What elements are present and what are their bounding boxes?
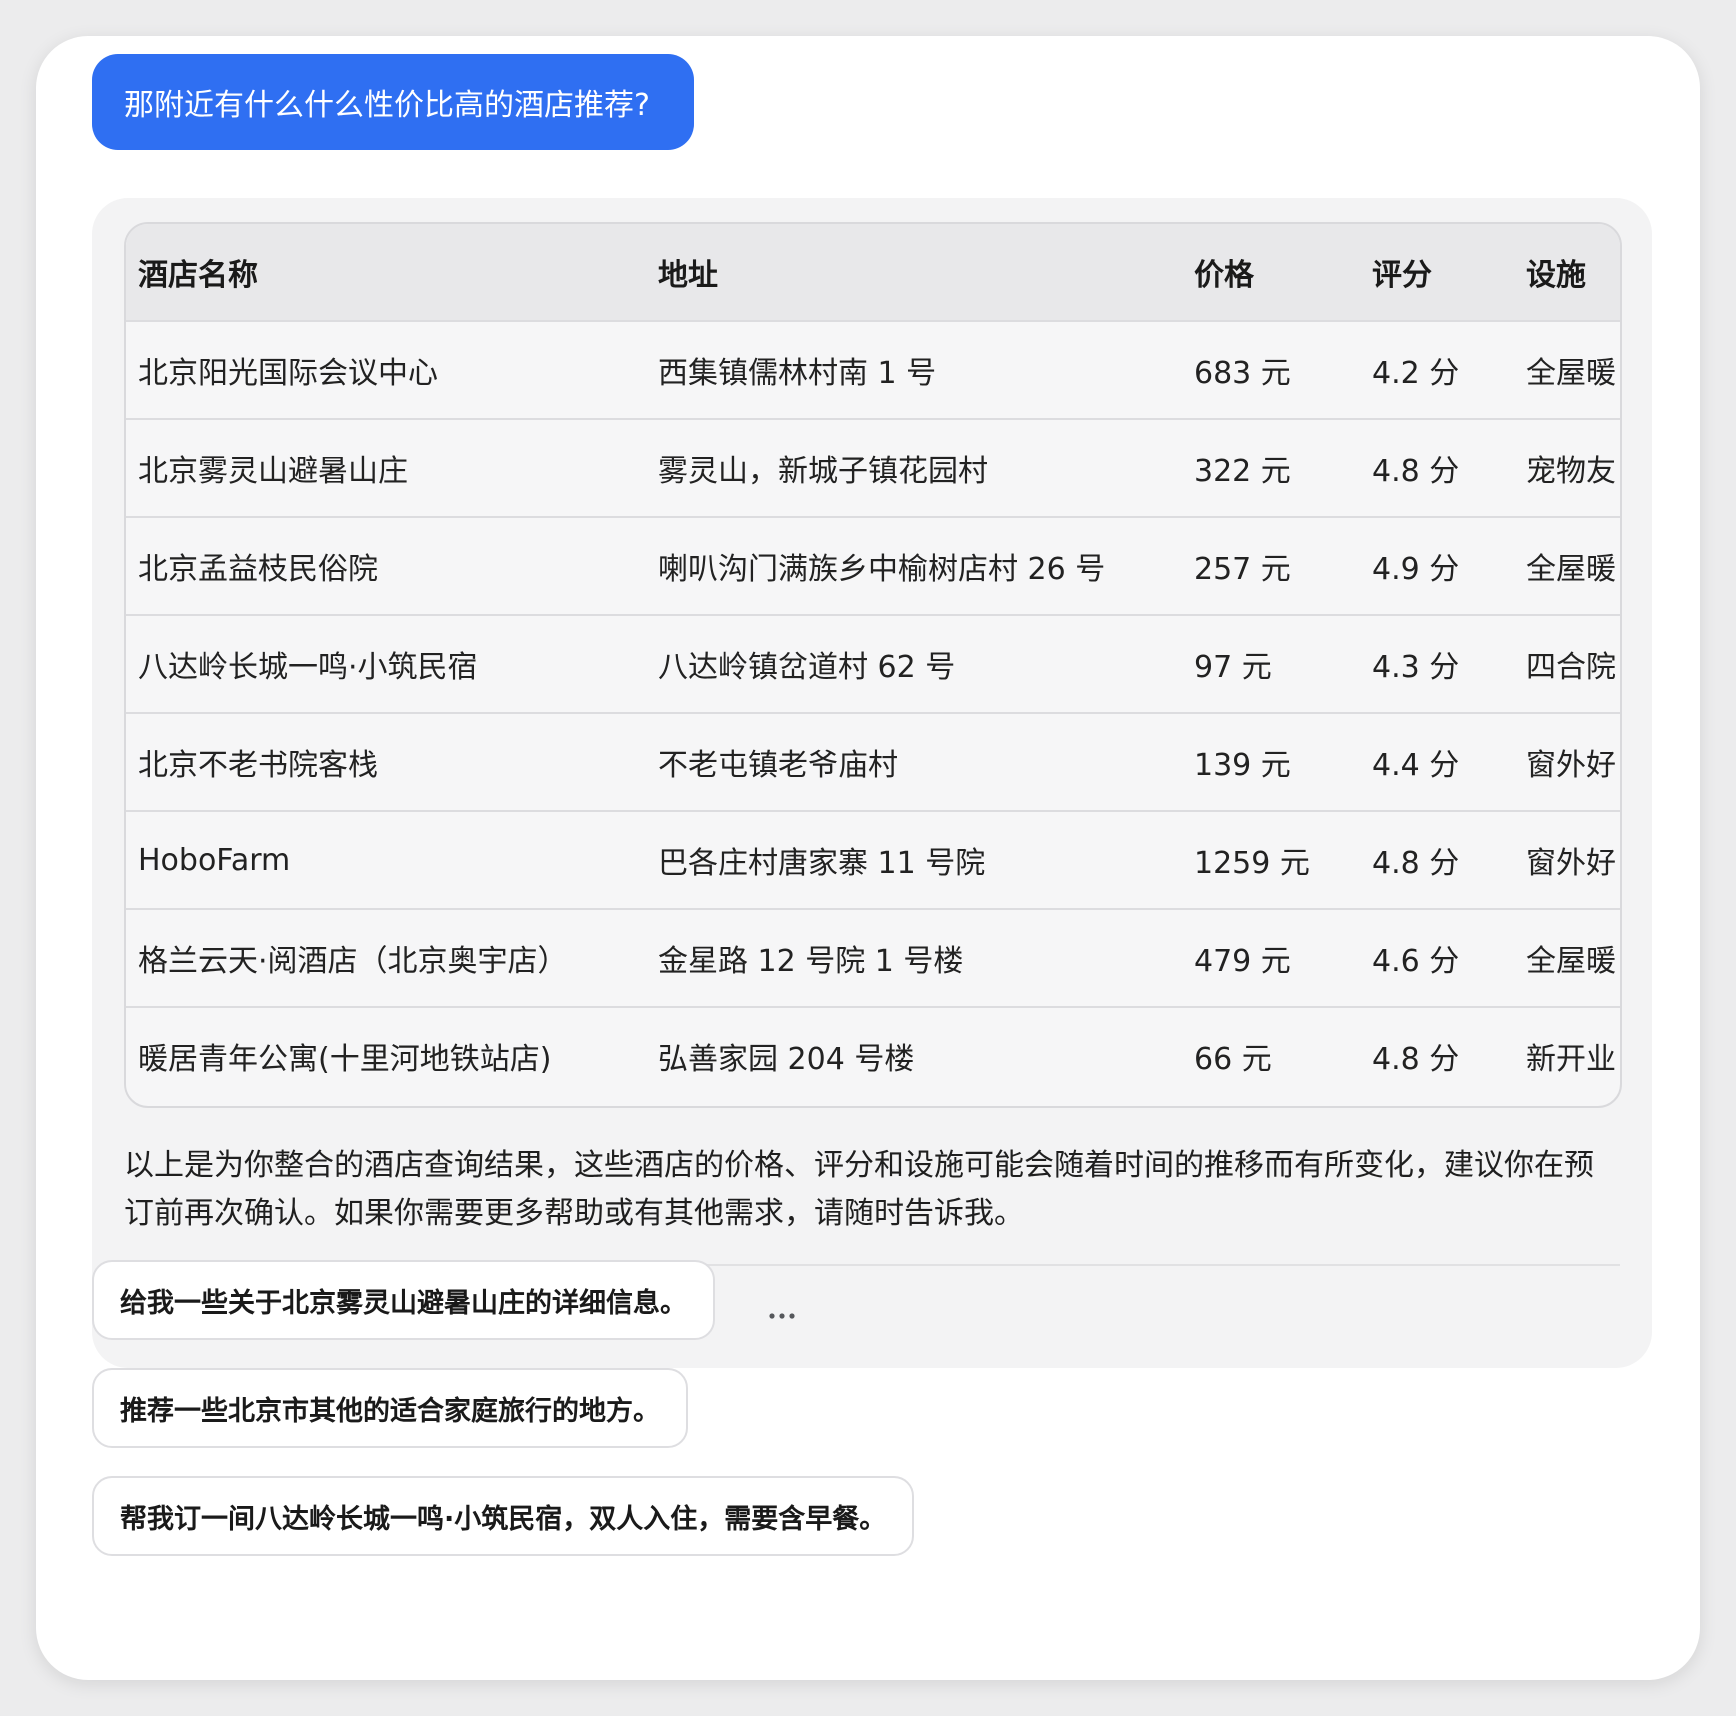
cell-facilities: 全屋暖 (1514, 516, 1620, 615)
cell-address: 巴各庄村唐家寨 11 号院 (646, 810, 1182, 909)
suggestion-text: 帮我订一间八达岭长城一鸣·小筑民宿，双人入住，需要含早餐。 (120, 1503, 887, 1535)
cell-score: 4.6 分 (1360, 908, 1514, 1007)
suggestion-chip[interactable]: 给我一些关于北京雾灵山避暑山庄的详细信息。 (92, 1260, 715, 1340)
header-facilities: 设施 (1514, 224, 1620, 321)
header-score: 评分 (1360, 224, 1514, 321)
cell-facilities: 全屋暖 (1514, 320, 1620, 419)
cell-hotel-name: 格兰云天·阅酒店（北京奥宇店） (126, 908, 646, 1007)
cell-address: 雾灵山，新城子镇花园村 (646, 418, 1182, 517)
suggestion-chip[interactable]: 帮我订一间八达岭长城一鸣·小筑民宿，双人入住，需要含早餐。 (92, 1476, 915, 1556)
cell-address: 不老屯镇老爷庙村 (646, 712, 1182, 811)
table-row: 北京不老书院客栈 不老屯镇老爷庙村 139 元 4.4 分 窗外好 (126, 712, 1620, 811)
cell-score: 4.8 分 (1360, 418, 1514, 517)
cell-hotel-name: 北京雾灵山避暑山庄 (126, 418, 646, 517)
table-row: 暖居青年公寓(十里河地铁站店) 弘善家园 204 号楼 66 元 4.8 分 新… (126, 1006, 1620, 1104)
cell-address: 弘善家园 204 号楼 (646, 1006, 1182, 1104)
hotel-table: 酒店名称 地址 价格 评分 设施 北京阳光国际会议中心 西集镇儒林村南 1 号 … (126, 224, 1620, 1104)
cell-hotel-name: HoboFarm (126, 810, 646, 909)
assistant-answer-card: 酒店名称 地址 价格 评分 设施 北京阳光国际会议中心 西集镇儒林村南 1 号 … (92, 198, 1652, 1368)
cell-price: 139 元 (1182, 712, 1360, 811)
cell-price: 97 元 (1182, 614, 1360, 713)
cell-address: 金星路 12 号院 1 号楼 (646, 908, 1182, 1007)
cell-score: 4.2 分 (1360, 320, 1514, 419)
table-row: 八达岭长城一鸣·小筑民宿 八达岭镇岔道村 62 号 97 元 4.3 分 四合院 (126, 614, 1620, 713)
table-row: 北京孟益枝民俗院 喇叭沟门满族乡中榆树店村 26 号 257 元 4.9 分 全… (126, 516, 1620, 615)
more-options-button[interactable] (764, 1288, 800, 1344)
cell-facilities: 宠物友 (1514, 418, 1620, 517)
cell-hotel-name: 北京阳光国际会议中心 (126, 320, 646, 419)
cell-price: 66 元 (1182, 1006, 1360, 1104)
cell-address: 喇叭沟门满族乡中榆树店村 26 号 (646, 516, 1182, 615)
table-row: 格兰云天·阅酒店（北京奥宇店） 金星路 12 号院 1 号楼 479 元 4.6… (126, 908, 1620, 1007)
cell-score: 4.8 分 (1360, 1006, 1514, 1104)
suggestion-chip[interactable]: 推荐一些北京市其他的适合家庭旅行的地方。 (92, 1368, 688, 1448)
user-message-bubble: 那附近有什么什么性价比高的酒店推荐? (92, 54, 694, 150)
cell-score: 4.3 分 (1360, 614, 1514, 713)
cell-hotel-name: 北京不老书院客栈 (126, 712, 646, 811)
cell-facilities: 窗外好 (1514, 712, 1620, 811)
more-icon (769, 1313, 795, 1319)
cell-hotel-name: 北京孟益枝民俗院 (126, 516, 646, 615)
cell-facilities: 窗外好 (1514, 810, 1620, 909)
table-row: HoboFarm 巴各庄村唐家寨 11 号院 1259 元 4.8 分 窗外好 (126, 810, 1620, 909)
cell-facilities: 全屋暖 (1514, 908, 1620, 1007)
header-price: 价格 (1182, 224, 1360, 321)
cell-hotel-name: 暖居青年公寓(十里河地铁站店) (126, 1006, 646, 1104)
cell-facilities: 新开业 (1514, 1006, 1620, 1104)
cell-price: 479 元 (1182, 908, 1360, 1007)
table-row: 北京阳光国际会议中心 西集镇儒林村南 1 号 683 元 4.2 分 全屋暖 (126, 320, 1620, 419)
table-header-row: 酒店名称 地址 价格 评分 设施 (126, 224, 1620, 321)
chat-window: 那附近有什么什么性价比高的酒店推荐? 酒店名称 地址 价格 评分 设施 北京阳光… (36, 36, 1700, 1680)
user-message-text: 那附近有什么什么性价比高的酒店推荐? (124, 88, 650, 123)
cell-price: 1259 元 (1182, 810, 1360, 909)
cell-price: 683 元 (1182, 320, 1360, 419)
answer-summary-text: 以上是为你整合的酒店查询结果，这些酒店的价格、评分和设施可能会随着时间的推移而有… (124, 1148, 1594, 1231)
header-address: 地址 (646, 224, 1182, 321)
cell-hotel-name: 八达岭长城一鸣·小筑民宿 (126, 614, 646, 713)
suggestion-text: 给我一些关于北京雾灵山避暑山庄的详细信息。 (120, 1287, 687, 1319)
cell-price: 257 元 (1182, 516, 1360, 615)
cell-facilities: 四合院 (1514, 614, 1620, 713)
cell-score: 4.4 分 (1360, 712, 1514, 811)
table-row: 北京雾灵山避暑山庄 雾灵山，新城子镇花园村 322 元 4.8 分 宠物友 (126, 418, 1620, 517)
cell-address: 西集镇儒林村南 1 号 (646, 320, 1182, 419)
cell-score: 4.8 分 (1360, 810, 1514, 909)
cell-address: 八达岭镇岔道村 62 号 (646, 614, 1182, 713)
hotel-table-container[interactable]: 酒店名称 地址 价格 评分 设施 北京阳光国际会议中心 西集镇儒林村南 1 号 … (124, 222, 1622, 1108)
suggestion-text: 推荐一些北京市其他的适合家庭旅行的地方。 (120, 1395, 660, 1427)
cell-price: 322 元 (1182, 418, 1360, 517)
header-hotel-name: 酒店名称 (126, 224, 646, 321)
cell-score: 4.9 分 (1360, 516, 1514, 615)
